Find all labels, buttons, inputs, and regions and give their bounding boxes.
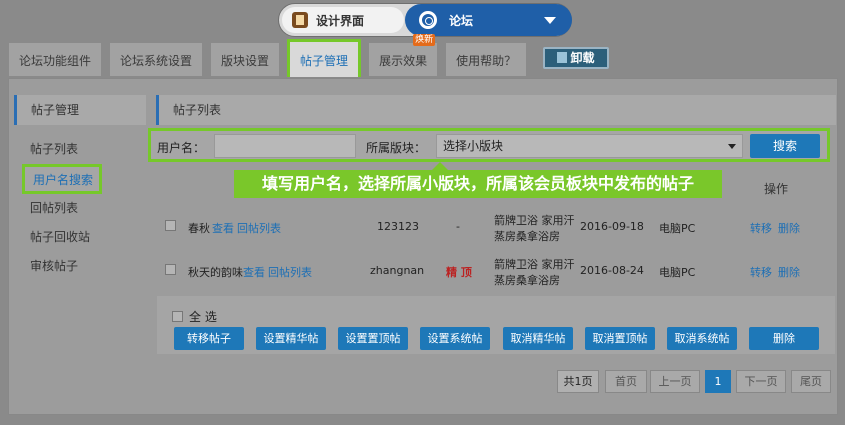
table-row: 秋天的韵味 查看 回帖列表 zhangnan 精 顶 箭牌卫浴 家用汗 蒸房桑拿… — [156, 250, 836, 294]
view-link[interactable]: 查看 — [212, 220, 234, 236]
cancel-pinned-button[interactable]: 取消置顶帖 — [585, 327, 655, 350]
first-page-button[interactable]: 首页 — [605, 370, 647, 393]
post-board-line2: 蒸房桑拿浴房 — [494, 274, 560, 287]
uninstall-icon — [557, 52, 568, 63]
row-checkbox[interactable] — [165, 220, 176, 231]
new-badge: 焕新 — [413, 34, 436, 46]
delete-link[interactable]: 删除 — [778, 264, 800, 280]
chevron-down-icon — [544, 17, 556, 24]
post-device: 电脑PC — [659, 222, 696, 235]
sidebar-item-review-posts[interactable]: 审核帖子 — [14, 252, 146, 281]
delete-link[interactable]: 删除 — [778, 220, 800, 236]
tab-board-settings[interactable]: 版块设置 — [210, 42, 281, 76]
design-view-button[interactable]: 设计界面 — [282, 7, 404, 33]
select-all[interactable]: 全 选 — [172, 308, 217, 325]
page-total: 共1页 — [557, 370, 599, 393]
ops-column-header: 操作 — [764, 182, 789, 196]
post-title[interactable]: 秋天的韵味 — [188, 264, 243, 280]
tab-label: 论坛系统设置 — [120, 54, 193, 68]
prev-page-button[interactable]: 上一页 — [650, 370, 700, 393]
search-bar: 用户名： 所属版块： 选择小版块 搜索 — [148, 128, 830, 162]
sidebar: 帖子管理 帖子列表 用户名搜索 回帖列表 帖子回收站 审核帖子 — [14, 95, 146, 281]
select-all-label: 全 选 — [189, 310, 217, 324]
next-page-button[interactable]: 下一页 — [736, 370, 786, 393]
sidebar-item-username-search[interactable]: 用户名搜索 — [22, 164, 102, 194]
design-icon — [292, 12, 308, 28]
sidebar-item-reply-list[interactable]: 回帖列表 — [14, 194, 146, 223]
post-device: 电脑PC — [659, 266, 696, 279]
post-board: 箭牌卫浴 家用汗 — [494, 214, 575, 227]
post-board: 箭牌卫浴 家用汗 — [494, 258, 575, 271]
tab-label: 版块设置 — [221, 54, 270, 68]
tab-forum-components[interactable]: 论坛功能组件 — [8, 42, 103, 76]
table-row: 春秋 查看 回帖列表 123123 - 箭牌卫浴 家用汗 蒸房桑拿浴房 2016… — [156, 206, 836, 250]
post-date: 2016-09-18 — [580, 220, 644, 233]
replies-link[interactable]: 回帖列表 — [268, 264, 312, 280]
tab-label: 使用帮助？ — [456, 54, 517, 68]
select-arrow-icon — [728, 144, 736, 149]
delete-button[interactable]: 删除 — [749, 327, 819, 350]
post-board-line2: 蒸房桑拿浴房 — [494, 230, 560, 243]
sidebar-title: 帖子管理 — [14, 95, 146, 125]
username-label: 用户名： — [157, 141, 206, 155]
set-featured-button[interactable]: 设置精华帖 — [256, 327, 326, 350]
post-flag: - — [456, 220, 460, 233]
move-posts-button[interactable]: 转移帖子 — [174, 327, 244, 350]
move-link[interactable]: 转移 — [750, 264, 772, 280]
tab-post-management[interactable]: 帖子管理 — [287, 39, 362, 77]
tab-label: 展示效果 — [379, 54, 428, 68]
post-user: zhangnan — [370, 264, 425, 277]
design-view-label: 设计界面 — [316, 13, 365, 28]
gear-icon — [419, 11, 437, 29]
guide-tooltip: 填写用户名，选择所属小版块，所属该会员板块中发布的帖子 — [234, 170, 722, 198]
tooltip-arrow — [432, 162, 448, 170]
set-pinned-button[interactable]: 设置置顶帖 — [338, 327, 408, 350]
replies-link[interactable]: 回帖列表 — [237, 220, 281, 236]
tab-help[interactable]: 使用帮助？ — [445, 42, 528, 76]
board-select[interactable]: 选择小版块 — [436, 134, 743, 158]
sidebar-item-post-list[interactable]: 帖子列表 — [14, 135, 146, 164]
post-date: 2016-08-24 — [580, 264, 644, 277]
board-label: 所属版块： — [366, 141, 427, 155]
post-user: 123123 — [377, 220, 419, 233]
cancel-featured-button[interactable]: 取消精华帖 — [503, 327, 573, 350]
tab-bar: 论坛功能组件 论坛系统设置 版块设置 帖子管理 展示效果 焕新 使用帮助？ — [8, 34, 534, 78]
uninstall-button[interactable]: 卸载 — [543, 47, 609, 69]
tab-label: 帖子管理 — [300, 54, 349, 68]
view-link[interactable]: 查看 — [243, 264, 265, 280]
select-all-checkbox[interactable] — [172, 311, 183, 322]
page-title: 帖子列表 — [156, 95, 836, 125]
forum-select-button[interactable]: 论坛 — [405, 4, 572, 36]
current-page-button[interactable]: 1 — [705, 370, 731, 393]
content-area: 帖子列表 — [156, 95, 836, 125]
tab-label: 论坛功能组件 — [19, 54, 92, 68]
row-checkbox[interactable] — [165, 264, 176, 275]
board-select-value: 选择小版块 — [443, 139, 504, 153]
tab-forum-settings[interactable]: 论坛系统设置 — [109, 42, 204, 76]
cancel-system-button[interactable]: 取消系统帖 — [667, 327, 737, 350]
username-input[interactable] — [214, 134, 356, 158]
tab-display-effect[interactable]: 展示效果 焕新 — [368, 34, 439, 76]
search-button[interactable]: 搜索 — [750, 134, 820, 158]
set-system-button[interactable]: 设置系统帖 — [420, 327, 490, 350]
last-page-button[interactable]: 尾页 — [791, 370, 831, 393]
move-link[interactable]: 转移 — [750, 220, 772, 236]
view-switcher: 设计界面 论坛 — [278, 3, 572, 37]
uninstall-label: 卸载 — [570, 51, 595, 65]
forum-label: 论坛 — [449, 13, 474, 28]
sidebar-item-recycle-bin[interactable]: 帖子回收站 — [14, 223, 146, 252]
post-title[interactable]: 春秋 — [188, 220, 210, 236]
post-flag: 精 顶 — [446, 266, 472, 279]
